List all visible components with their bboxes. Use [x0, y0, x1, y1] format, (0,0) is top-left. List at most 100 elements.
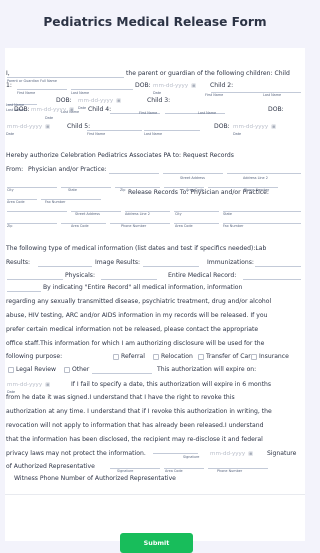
text-results: Results:: [6, 259, 31, 266]
from-state-input[interactable]: [61, 180, 111, 188]
other-purpose-input[interactable]: [92, 366, 152, 374]
child5-first-name-input[interactable]: [87, 123, 142, 131]
sublabel-last-name: Last Name: [198, 111, 217, 115]
to-fax-area-input[interactable]: [174, 216, 219, 224]
text-auth-rep: of Authorized Representative: [6, 463, 95, 470]
date-placeholder: mm-dd-yyyy: [78, 98, 114, 104]
sublabel-area-code: Area Code: [71, 224, 89, 228]
insurance-checkbox[interactable]: [251, 354, 257, 360]
from-city-input[interactable]: [7, 180, 57, 188]
text-paragraph: revocation will not apply to information…: [6, 422, 264, 429]
text-image-results: Image Results:: [95, 259, 141, 266]
calendar-icon[interactable]: ▣: [191, 83, 196, 89]
rep-phone-input[interactable]: [208, 461, 268, 469]
text-if-fail: If I fail to specify a date, this author…: [71, 381, 272, 388]
child1-last-name-input[interactable]: [71, 82, 133, 90]
sublabel-last-name: Last Name: [71, 91, 90, 95]
to-practice-input[interactable]: [7, 204, 67, 212]
child1-first-name-input[interactable]: [17, 82, 67, 90]
rep-area-code-input[interactable]: [164, 461, 204, 469]
sublabel-date: Date: [153, 91, 162, 95]
other-checkbox[interactable]: [64, 367, 70, 373]
calendar-icon[interactable]: ▣: [271, 124, 276, 130]
legal-review-checkbox[interactable]: [8, 367, 14, 373]
from-line2-input[interactable]: [227, 166, 301, 174]
signature-date-input[interactable]: mm-dd-yyyy ▣: [210, 450, 253, 458]
text-expire: This authorization will expire on:: [157, 366, 257, 373]
transfer-of-care-checkbox[interactable]: [198, 354, 204, 360]
label-other: Other: [72, 366, 90, 373]
text-physicals: Physicals:: [65, 272, 96, 279]
calendar-icon[interactable]: ▣: [45, 124, 50, 130]
date-placeholder: mm-dd-yyyy: [153, 83, 189, 89]
to-state-input[interactable]: [223, 204, 301, 212]
text-entire-record: Entire Medical Record:: [168, 272, 237, 279]
from-zip-input[interactable]: [115, 180, 160, 188]
entire-record-cont-input[interactable]: [7, 284, 41, 292]
to-area-code-input[interactable]: [61, 216, 106, 224]
text-paragraph: from he date it was signed.I understand …: [6, 394, 235, 401]
to-zip-input[interactable]: [7, 216, 57, 224]
submit-button[interactable]: Submit: [120, 533, 193, 553]
text-paragraph: that the information has been disclosed,…: [6, 436, 263, 443]
text-paragraph: office staff.This information for which …: [6, 340, 265, 347]
image-results-input[interactable]: [143, 259, 199, 267]
entire-record-input[interactable]: [243, 272, 301, 280]
expiration-date-input[interactable]: mm-dd-yyyy ▣: [7, 381, 50, 389]
text-parent-guardian: the parent or guardian of the following …: [126, 70, 290, 77]
signature-input[interactable]: [153, 446, 198, 454]
sublabel-first-name: First Name: [139, 111, 158, 115]
calendar-icon[interactable]: ▣: [69, 107, 74, 113]
text-child2: Child 2:: [210, 82, 234, 89]
sublabel-phone: Phone Number: [121, 224, 147, 228]
from-street-input[interactable]: [163, 166, 223, 174]
from-phone-input[interactable]: [208, 180, 278, 188]
sublabel-first-name: First Name: [205, 93, 224, 97]
immunizations-cont-input[interactable]: [7, 272, 63, 280]
calendar-icon[interactable]: ▣: [248, 451, 253, 457]
guardian-name-input[interactable]: [7, 70, 124, 78]
to-city-input[interactable]: [174, 204, 219, 212]
sublabel-area-code: Area Code: [175, 224, 193, 228]
date-placeholder: mm-dd-yyyy: [7, 382, 43, 388]
text-dob: DOB:: [214, 123, 230, 130]
text-witness: Witness Phone Number of Authorized Repre…: [14, 475, 176, 482]
form-title: Pediatrics Medical Release Form: [43, 15, 267, 29]
text-signature-of: Signature: [267, 450, 297, 457]
text-physician-practice: Physician and/or Practice:: [28, 166, 107, 173]
text-release-to: Release Records To: Physician and/or Pra…: [128, 189, 269, 196]
child1-dob-input[interactable]: mm-dd-yyyy ▣: [153, 82, 196, 90]
label-transfer-of-care: Transfer of Care: [206, 353, 255, 360]
to-phone-input[interactable]: [110, 216, 170, 224]
text-paragraph: regarding any sexually transmitted disea…: [6, 298, 272, 305]
child5-dob-input[interactable]: mm-dd-yyyy ▣: [233, 123, 276, 131]
to-line2-input[interactable]: [125, 204, 170, 212]
to-street-input[interactable]: [71, 204, 121, 212]
from-area-code-input[interactable]: [164, 180, 204, 188]
label-insurance: Insurance: [259, 353, 289, 360]
rep-signature-input[interactable]: [110, 461, 160, 469]
text-child4: Child 4:: [88, 106, 112, 113]
calendar-icon[interactable]: ▣: [45, 382, 50, 388]
relocation-checkbox[interactable]: [153, 354, 159, 360]
sublabel-date: Date: [233, 132, 242, 136]
child4-dob-input[interactable]: mm-dd-yyyy ▣: [7, 123, 50, 131]
child2-dob-input[interactable]: mm-dd-yyyy ▣: [78, 97, 121, 105]
calendar-icon[interactable]: ▣: [116, 98, 121, 104]
physicals-input[interactable]: [101, 272, 157, 280]
from-fax-input[interactable]: [41, 192, 101, 200]
text-paragraph: abuse, HIV testing, ARC and/or AIDS info…: [6, 312, 268, 319]
label-referral: Referral: [121, 353, 145, 360]
date-placeholder: mm-dd-yyyy: [31, 107, 67, 113]
to-fax-input[interactable]: [223, 216, 301, 224]
referral-checkbox[interactable]: [113, 354, 119, 360]
immunizations-input[interactable]: [255, 259, 301, 267]
child5-last-name-input[interactable]: [144, 123, 200, 131]
lab-results-input[interactable]: [38, 259, 92, 267]
text-paragraph: privacy laws may not protect the informa…: [6, 450, 146, 457]
from-fax-area-input[interactable]: [7, 192, 37, 200]
date-placeholder: mm-dd-yyyy: [7, 124, 43, 130]
from-practice-input[interactable]: [109, 166, 159, 174]
child3-dob-input[interactable]: mm-dd-yyyy ▣: [31, 106, 74, 114]
sublabel-zip: Zip: [120, 188, 126, 192]
